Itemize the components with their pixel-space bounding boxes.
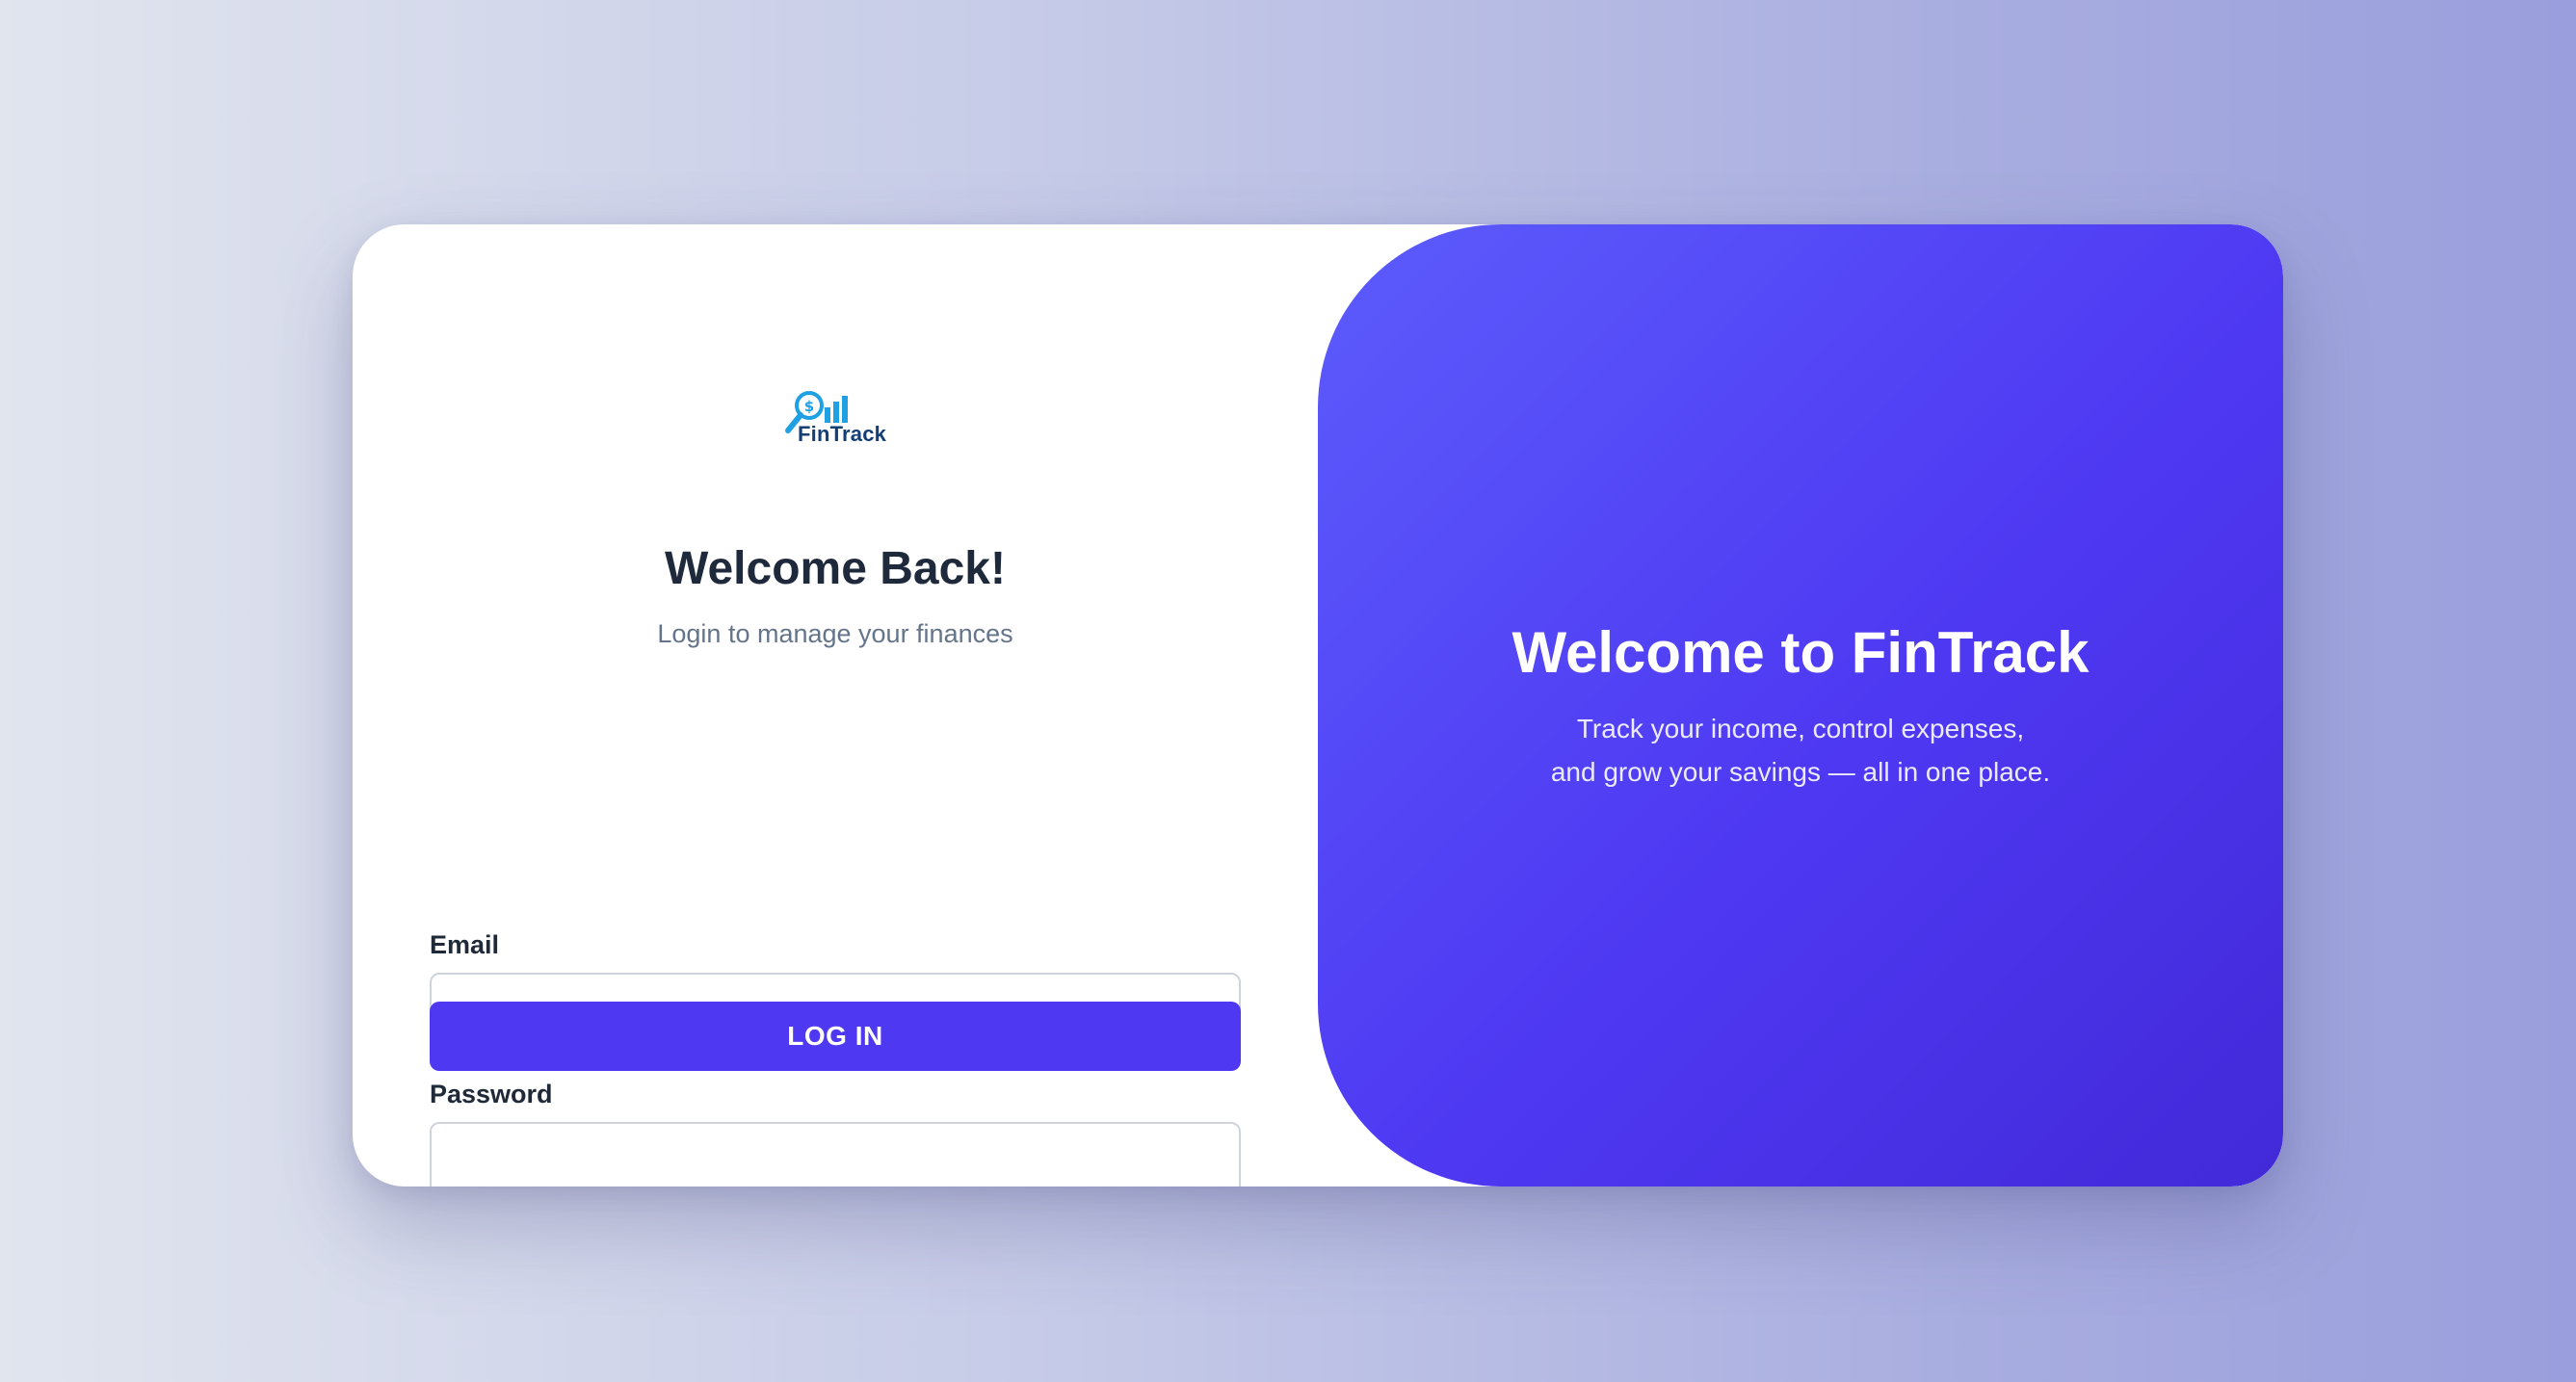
- email-label: Email: [430, 930, 500, 959]
- logo-wordmark: FinTrack: [798, 422, 887, 446]
- promo-title: Welcome to FinTrack: [1511, 620, 2090, 685]
- login-panel: $ FinTrack Welcome Back! Login to manage…: [353, 224, 1318, 1186]
- password-label: Password: [430, 1080, 553, 1108]
- login-card: $ FinTrack Welcome Back! Login to manage…: [353, 224, 2283, 1186]
- login-title: Welcome Back!: [665, 543, 1006, 594]
- promo-panel: Welcome to FinTrack Track your income, c…: [1318, 224, 2283, 1186]
- promo-text-line-1: Track your income, control expenses,: [1576, 714, 2025, 743]
- login-subtitle: Login to manage your finances: [657, 619, 1013, 648]
- svg-text:$: $: [804, 398, 814, 415]
- password-field[interactable]: [430, 1122, 1241, 1186]
- login-button[interactable]: LOG IN: [430, 1002, 1241, 1071]
- promo-text-line-2: and grow your savings — all in one place…: [1550, 757, 2051, 787]
